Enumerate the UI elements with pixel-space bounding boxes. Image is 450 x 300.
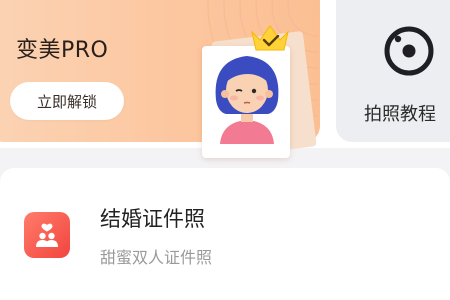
- crown-icon: [251, 25, 289, 51]
- photo-tutorial-label: 拍照教程: [364, 104, 436, 125]
- pro-title: 变美PRO: [16, 38, 109, 63]
- girl-portrait-illustration: [215, 56, 279, 144]
- camera-lens-icon: [384, 26, 434, 76]
- list-item-title[interactable]: 结婚证件照: [100, 203, 205, 233]
- unlock-button[interactable]: 立即解锁: [10, 82, 124, 120]
- list-item-subtitle: 甜蜜双人证件照: [100, 248, 213, 267]
- app-screen: 变美PRO 立即解锁 拍照教程 结婚证件照 甜蜜双人证件照: [0, 0, 450, 300]
- couple-photo-icon[interactable]: [24, 212, 70, 258]
- couple-icon-glyph: [36, 223, 58, 247]
